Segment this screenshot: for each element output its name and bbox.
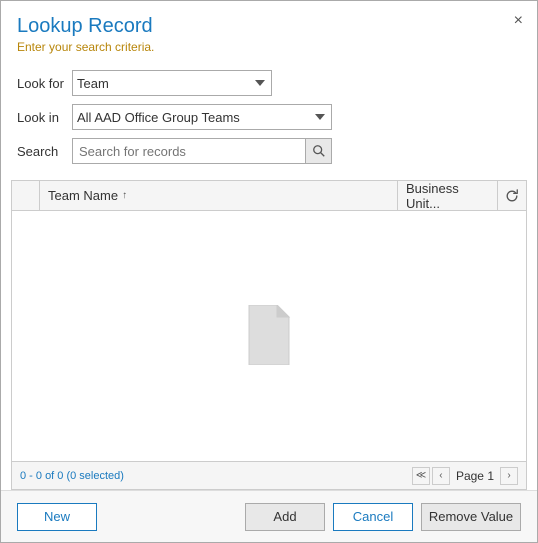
- dialog-header: Lookup Record Enter your search criteria…: [1, 1, 537, 60]
- businessunit-col-label: Business Unit...: [406, 181, 489, 211]
- search-input-wrapper: [72, 138, 332, 164]
- form-section: Look for Team Look in All AAD Office Gro…: [1, 60, 537, 180]
- pagination: ≪ ‹ Page 1 ›: [412, 467, 518, 485]
- empty-state: [12, 211, 526, 461]
- look-in-wrapper: All AAD Office Group Teams: [72, 104, 332, 130]
- record-count: 0 - 0 of 0 (0 selected): [20, 470, 412, 482]
- empty-icon: [244, 305, 294, 368]
- look-for-label: Look for: [17, 76, 72, 91]
- search-icon: [312, 144, 326, 158]
- page-info: Page 1: [456, 469, 494, 483]
- search-label: Search: [17, 144, 72, 159]
- cancel-button[interactable]: Cancel: [333, 503, 413, 531]
- close-button[interactable]: ×: [514, 13, 523, 29]
- results-table: Team Name ↑ Business Unit...: [11, 180, 527, 490]
- table-header: Team Name ↑ Business Unit...: [12, 181, 526, 211]
- header-checkbox-col: [12, 181, 40, 210]
- next-page-button[interactable]: ›: [500, 467, 518, 485]
- remove-value-button[interactable]: Remove Value: [421, 503, 521, 531]
- table-footer: 0 - 0 of 0 (0 selected) ≪ ‹ Page 1 ›: [12, 461, 526, 489]
- dialog-title: Lookup Record: [17, 15, 521, 38]
- teamname-col-label: Team Name: [48, 188, 118, 203]
- refresh-icon: [505, 189, 519, 203]
- dialog-footer: New Add Cancel Remove Value: [1, 490, 537, 542]
- new-button[interactable]: New: [17, 503, 97, 531]
- first-page-button[interactable]: ≪: [412, 467, 430, 485]
- look-in-row: Look in All AAD Office Group Teams: [17, 104, 521, 130]
- header-businessunit-col[interactable]: Business Unit...: [398, 181, 498, 210]
- header-teamname-col[interactable]: Team Name ↑: [40, 181, 398, 210]
- lookup-record-dialog: Lookup Record Enter your search criteria…: [0, 0, 538, 543]
- no-records-icon: [244, 305, 294, 365]
- sort-arrow-icon: ↑: [122, 190, 127, 201]
- add-button[interactable]: Add: [245, 503, 325, 531]
- search-input[interactable]: [73, 139, 305, 163]
- dialog-subtitle: Enter your search criteria.: [17, 40, 521, 54]
- search-row: Search: [17, 138, 521, 164]
- search-button[interactable]: [305, 139, 331, 163]
- look-in-select[interactable]: All AAD Office Group Teams: [72, 104, 332, 130]
- look-for-row: Look for Team: [17, 70, 521, 96]
- prev-page-button[interactable]: ‹: [432, 467, 450, 485]
- table-body: [12, 211, 526, 461]
- look-for-select[interactable]: Team: [72, 70, 272, 96]
- refresh-button[interactable]: [498, 181, 526, 210]
- look-for-wrapper: Team: [72, 70, 272, 96]
- look-in-label: Look in: [17, 110, 72, 125]
